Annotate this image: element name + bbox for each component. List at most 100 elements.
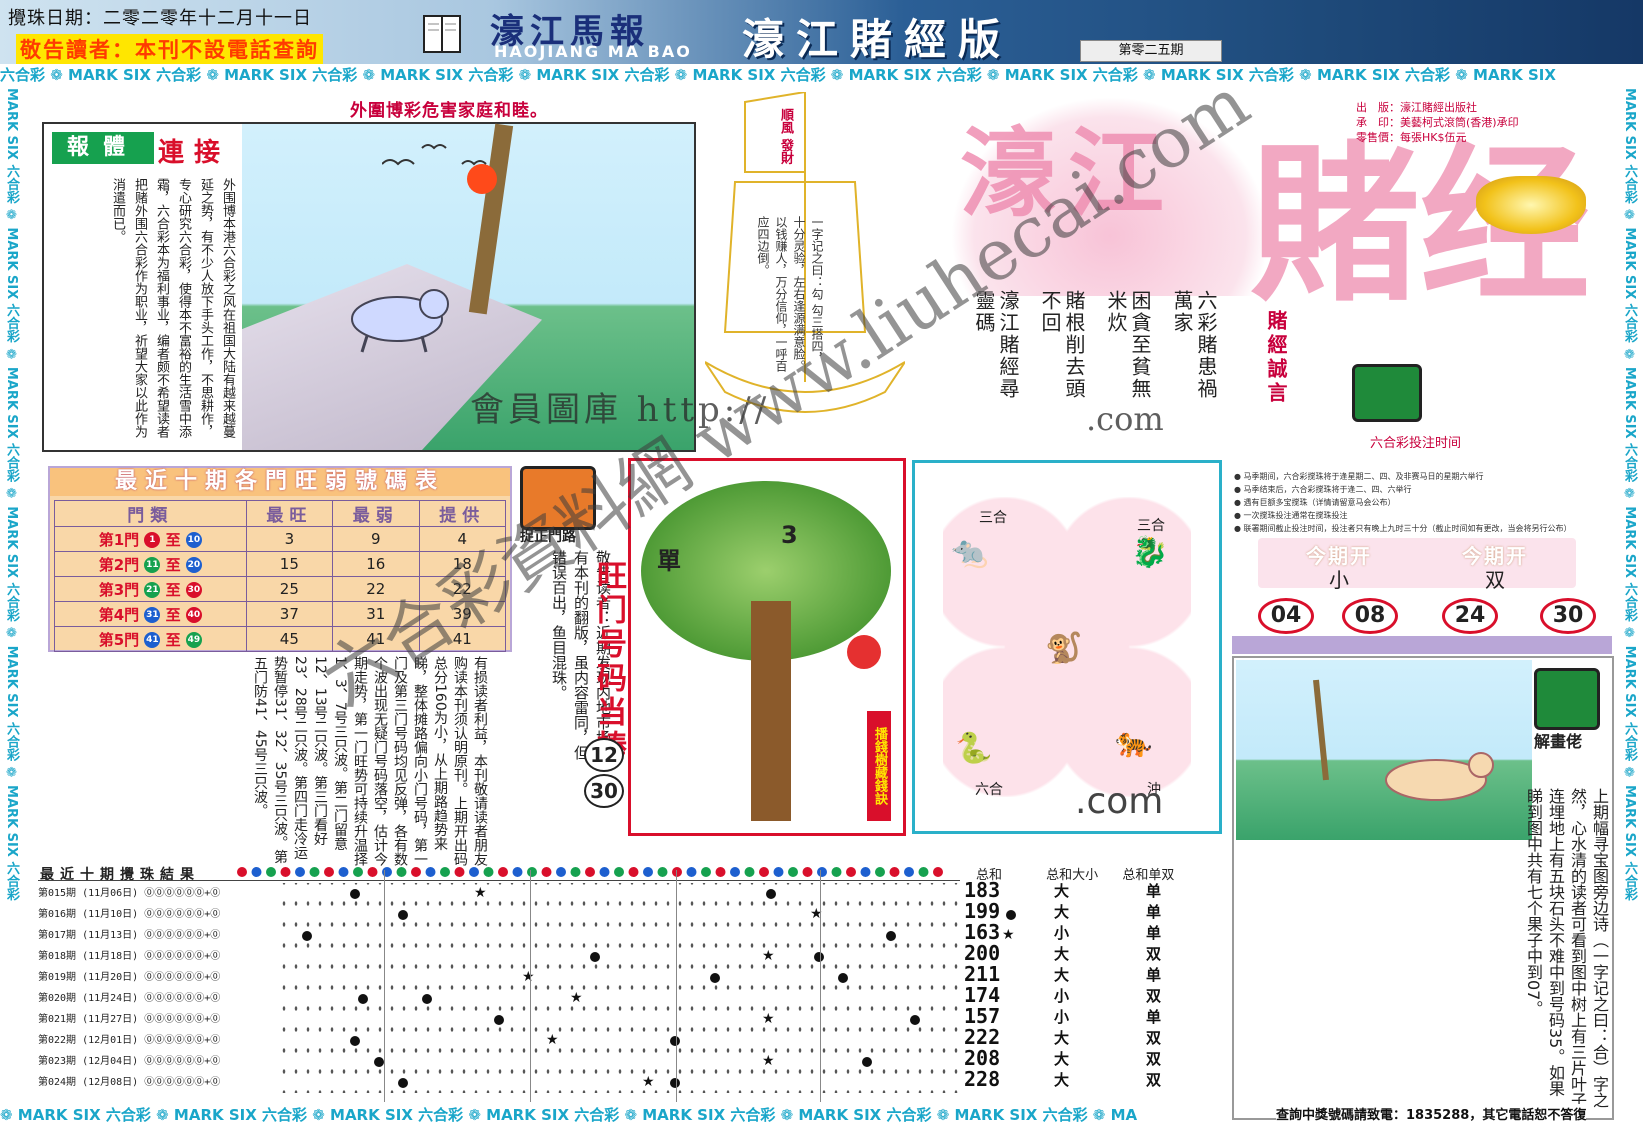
number-ball: [788, 867, 798, 877]
chart-divider: [820, 870, 821, 1102]
hit-mark: [374, 1057, 384, 1067]
chart-row: 第024期 (12月08日) ⓪⓪⓪⓪⓪⓪+⓪ ★: [38, 1072, 960, 1093]
ball-to: 10: [185, 532, 202, 548]
zodiac-label: 六合: [975, 782, 1003, 798]
number-ball: [237, 867, 247, 877]
hand-icon-2: [1534, 668, 1600, 730]
chart-col-heads: 总和 总和大小 总和单双: [976, 864, 1174, 883]
number-ball: [570, 867, 581, 877]
hit-mark: [886, 931, 896, 941]
draw-id: 第017期 (11月13日) ⓪⓪⓪⓪⓪⓪+⓪: [38, 930, 221, 941]
bottom-border: ❁ MARK SIX 六合彩 ❁ MARK SIX 六合彩 ❁ MARK SIX…: [0, 1104, 1270, 1126]
parity-value: 单: [1146, 903, 1162, 921]
parity-value: 双: [1146, 1071, 1162, 1089]
parity-value: 双: [1146, 1050, 1162, 1068]
explain-text: 上期幅寻宝图旁边诗（一字记之曰：合）字之然，心水清的读者可看到图中树上有三片叶子…: [1524, 788, 1609, 1108]
footer-phone: 查詢中獎號碼請致電：1835288，其它電話恕不答復: [1276, 1104, 1587, 1123]
special-mark: ★: [570, 990, 583, 1006]
ball-from: 1: [144, 532, 161, 548]
printer-line: 承 印：美藝柯式滾筒(香港)承印: [1356, 116, 1519, 129]
draw-id: 第015期 (11月06日) ⓪⓪⓪⓪⓪⓪+⓪: [38, 888, 221, 899]
hit-mark: [494, 1015, 504, 1025]
door-name: 第2門: [98, 555, 140, 574]
door-cell: 第5門 41 至 49: [54, 626, 247, 652]
number-ball: [367, 867, 378, 877]
number-ball: [440, 867, 450, 877]
result-number: 04: [1258, 598, 1314, 634]
size-value: 小: [1054, 1008, 1070, 1026]
between-label: 至: [165, 530, 181, 549]
number-ball: [469, 867, 479, 877]
chart-row: 第023期 (12月04日) ⓪⓪⓪⓪⓪⓪+⓪ ★: [38, 1051, 960, 1072]
number-ball: [759, 867, 769, 877]
parity-value: 单: [1146, 924, 1162, 942]
table-row: 第1門 1 至 10 3 9 4: [54, 526, 507, 552]
number-ball: [831, 867, 842, 877]
between-label: 至: [165, 580, 181, 599]
hit-mark: [910, 1015, 920, 1025]
between-label: 至: [165, 555, 181, 574]
analysis-text: 有损读者利益，本刊敬请读者朋友购读本刊须认明原刊。上期开出码总分160为小，从上…: [252, 656, 488, 866]
publisher-line: 出 版：濠江賭經出版社: [1356, 101, 1477, 114]
door-name: 第5門: [98, 630, 140, 649]
hot-cell: 37: [245, 601, 334, 627]
number-ball: [701, 867, 711, 877]
chart-divider: [676, 870, 677, 1102]
size-value: 大: [1054, 1029, 1070, 1047]
hit-mark: [670, 1036, 680, 1046]
birds-icon: [382, 144, 487, 166]
story-title: 連接: [158, 138, 231, 168]
number-ball: [411, 867, 421, 877]
warning-headline: 外圍博彩危害家庭和睦。: [350, 101, 548, 121]
number-ball: [672, 867, 682, 877]
hit-mark: [350, 1036, 360, 1046]
number-dots: ★: [278, 988, 958, 1009]
number-ball: [353, 867, 363, 877]
tree-label-dan: 單: [657, 547, 681, 575]
poem-col-1: 六彩賭患禍萬家: [1170, 290, 1218, 400]
ball-to: 30: [185, 582, 202, 598]
door-name: 第4門: [98, 605, 140, 624]
story-box: 報體 連接 外围博本港六合彩之风在祖国大陆有越来越蔓延之势，有不少人放下手头工作…: [46, 126, 244, 448]
hot-cell: 15: [245, 551, 334, 577]
zodiac-label: 三合: [1137, 518, 1165, 534]
zodiac-label: 三合: [979, 510, 1007, 526]
bet-note: ● 一次搅珠投注通常在搅珠投注: [1234, 511, 1348, 520]
number-ball: [817, 867, 827, 877]
picture-explain-panel: 解畫佬 上期幅寻宝图旁边诗（一字记之曰：合）字之然，心水清的读者可看到图中树上有…: [1232, 656, 1614, 1120]
door-cell: 第1門 1 至 10: [54, 526, 247, 552]
snake-icon: 🐍: [955, 731, 993, 766]
hit-mark: [862, 1057, 872, 1067]
number-ball: [324, 867, 334, 877]
number-ball: [266, 867, 276, 877]
paper-title-en: HAOJIANG MA BAO: [494, 42, 692, 61]
door-number-2: 30: [584, 774, 624, 808]
chart-row: 第020期 (11月24日) ⓪⓪⓪⓪⓪⓪+⓪ ★: [38, 988, 960, 1009]
number-dots: ★: [278, 883, 958, 904]
chart-row: 第015期 (11月06日) ⓪⓪⓪⓪⓪⓪+⓪ ★: [38, 883, 960, 904]
chart-row: 第021期 (11月27日) ⓪⓪⓪⓪⓪⓪+⓪ ★: [38, 1009, 960, 1030]
tree-label-num: 3: [781, 521, 798, 549]
special-mark: ★: [546, 1032, 559, 1048]
number-ball: [338, 867, 349, 877]
size-value: 大: [1054, 903, 1070, 921]
zodiac-watermark: .com: [1075, 781, 1164, 822]
hit-mark: [766, 889, 776, 899]
draw-date: 攪珠日期：二零二零年十二月十一日: [8, 8, 312, 29]
ball-to: 40: [185, 607, 202, 623]
watermark-com: .com: [1086, 400, 1164, 438]
bet-note: ● 联署期间截止投注时间，投注者只有晚上九时三十分（截止时间如有更改，当会将另行…: [1234, 524, 1572, 533]
story-tag: 報體: [52, 132, 154, 164]
number-ball: [904, 867, 914, 877]
hit-mark: [350, 889, 360, 899]
hit-mark: [1006, 910, 1016, 920]
top-border: 六合彩 ❁ MARK SIX 六合彩 ❁ MARK SIX 六合彩 ❁ MARK…: [0, 64, 1643, 86]
hand-icon: [1352, 364, 1422, 422]
number-dots: ★: [278, 1030, 958, 1051]
door-name: 第1門: [98, 530, 140, 549]
number-ball: [483, 867, 494, 877]
tree-trunk: [751, 601, 791, 821]
number-ball: [251, 867, 262, 877]
number-ball: [396, 867, 407, 877]
draw-id: 第020期 (11月24日) ⓪⓪⓪⓪⓪⓪+⓪: [38, 993, 221, 1004]
